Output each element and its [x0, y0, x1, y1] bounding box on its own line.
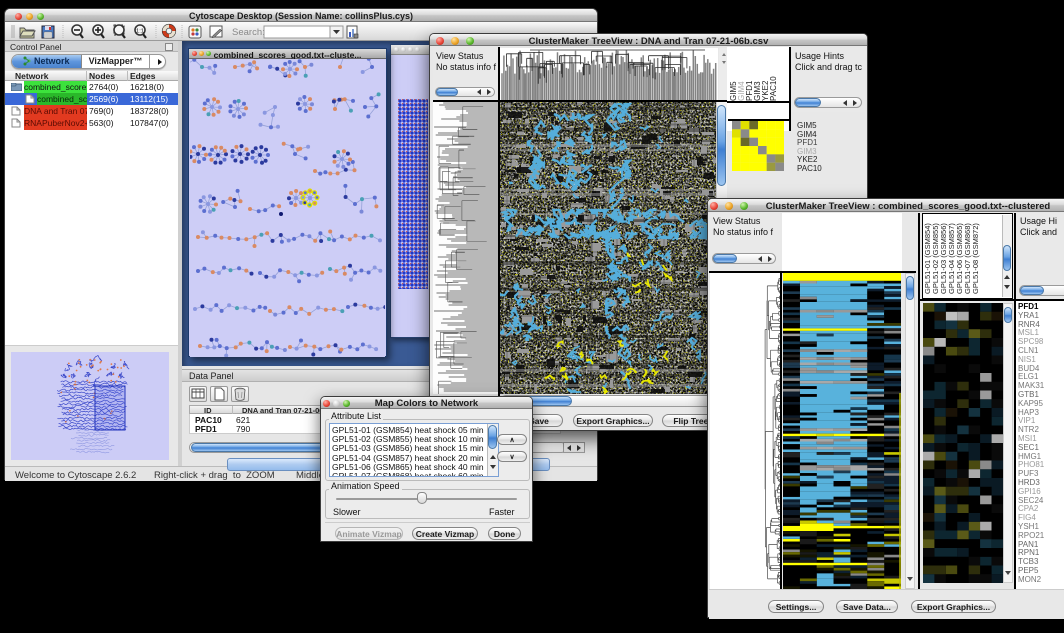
- svg-text:Search:: Search:: [232, 27, 265, 38]
- svg-text:1:1: 1:1: [136, 29, 144, 35]
